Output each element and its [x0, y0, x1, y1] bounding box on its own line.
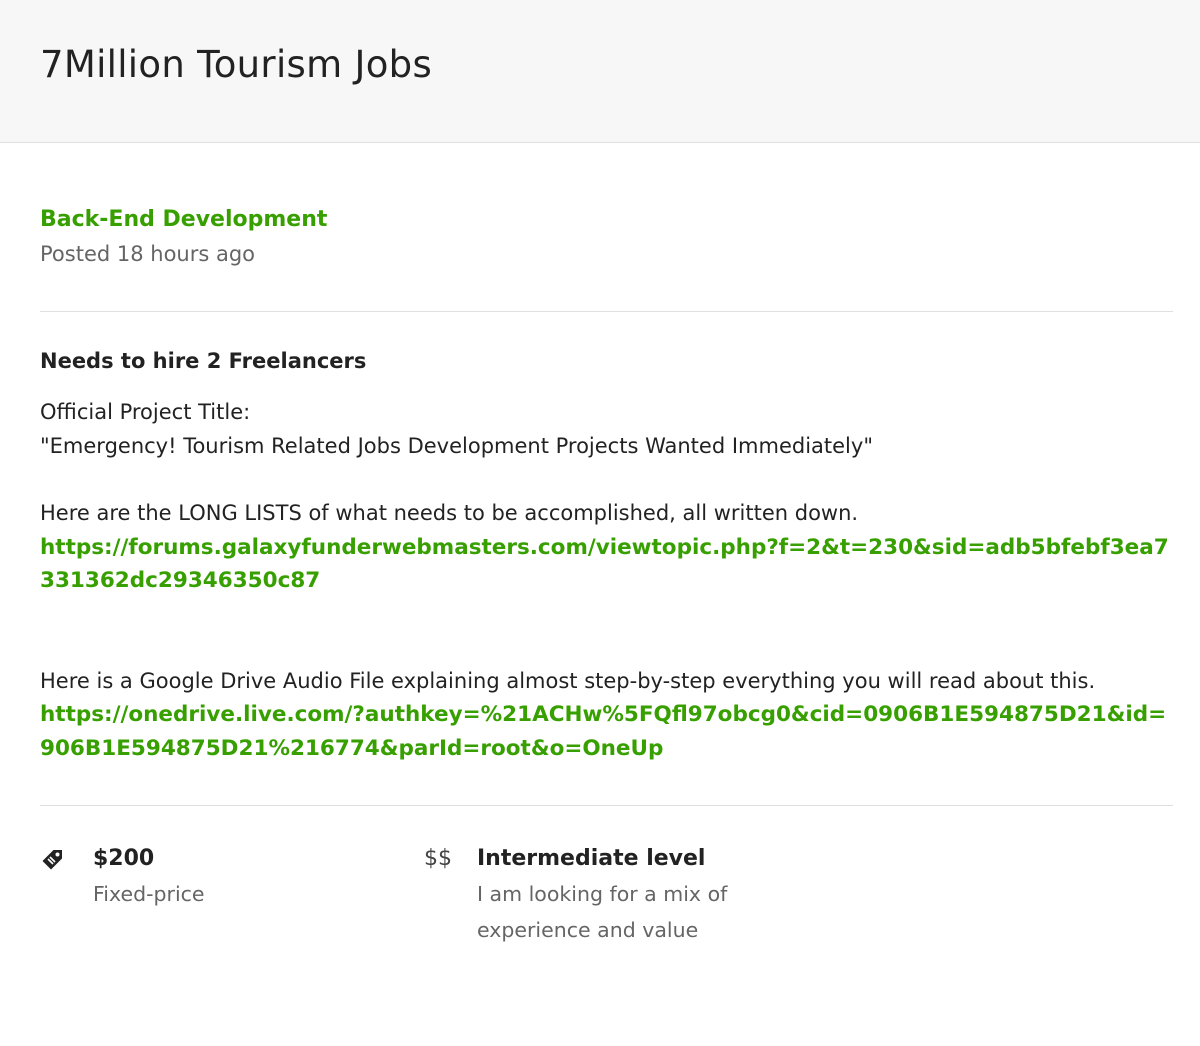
experience-level-description: I am looking for a mix of experience and… — [477, 882, 728, 942]
hire-count: Needs to hire 2 Freelancers — [40, 349, 367, 373]
posted-time: Posted 18 hours ago — [40, 242, 256, 266]
job-header: 7Million Tourism Jobs — [0, 0, 1200, 143]
job-title: 7Million Tourism Jobs — [40, 43, 433, 86]
price-info: $200 Fixed-price — [40, 844, 424, 948]
job-category-section: Back-End Development Posted 18 hours ago — [40, 143, 1173, 312]
dollar-signs-icon: $$ — [424, 846, 452, 871]
price-tag-icon — [40, 844, 93, 948]
job-description-section: Needs to hire 2 Freelancers Official Pro… — [40, 312, 1173, 806]
description-line: Here is a Google Drive Audio File explai… — [40, 668, 1096, 693]
onedrive-link[interactable]: https://onedrive.live.com/?authkey=%21AC… — [40, 698, 1173, 765]
description-line: Here are the LONG LISTS of what needs to… — [40, 501, 859, 525]
experience-level-title: Intermediate level — [477, 846, 706, 871]
job-details: Back-End Development Posted 18 hours ago… — [0, 143, 1200, 948]
job-meta: $200 Fixed-price $$ Intermediate level I… — [40, 806, 1173, 948]
price-value: $200 — [93, 846, 155, 871]
job-description: Official Project Title: "Emergency! Tour… — [40, 396, 1173, 765]
job-category-link[interactable]: Back-End Development — [40, 205, 1173, 235]
price-type: Fixed-price — [93, 882, 205, 906]
forum-link[interactable]: https://forums.galaxyfunderwebmasters.co… — [40, 531, 1173, 598]
description-line: Official Project Title: — [40, 400, 251, 424]
description-line: "Emergency! Tourism Related Jobs Develop… — [40, 433, 873, 458]
experience-level-info: $$ Intermediate level I am looking for a… — [424, 844, 777, 948]
